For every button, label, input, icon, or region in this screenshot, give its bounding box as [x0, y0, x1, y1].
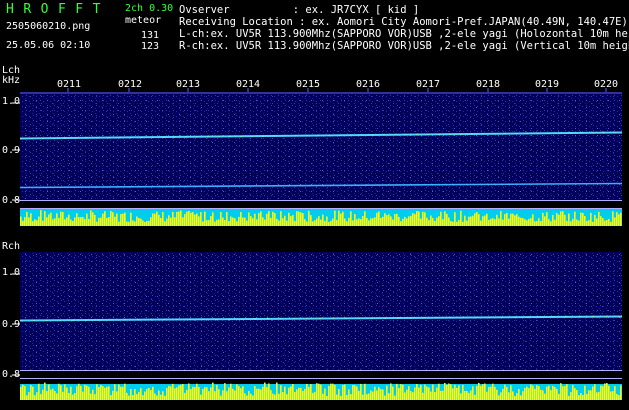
- time-tick-0216: 0216: [356, 79, 381, 90]
- rch-ytick-2: 0.9: [2, 319, 21, 330]
- time-axis-marks: [67, 88, 607, 92]
- rch-ytick-1: 1.0: [2, 267, 21, 278]
- time-tick-0211: 0211: [57, 79, 82, 90]
- time-tick-0212: 0212: [118, 79, 143, 90]
- lch-spectrogram: [19, 92, 623, 226]
- time-tick-0219: 0219: [535, 79, 560, 90]
- time-tick-0213: 0213: [176, 79, 201, 90]
- time-tick-0218: 0218: [476, 79, 501, 90]
- lch-ytick-1: 1.0: [2, 96, 21, 107]
- time-tick-0217: 0217: [416, 79, 441, 90]
- rch-spectrogram: [19, 252, 623, 400]
- spectrogram-canvas: [12, 88, 623, 400]
- rch-label: Rch: [2, 241, 21, 252]
- time-tick-0214: 0214: [236, 79, 261, 90]
- time-tick-0220: 0220: [594, 79, 619, 90]
- lch-ytick-3: 0.8: [2, 195, 21, 206]
- lch-ytick-2: 0.9: [2, 145, 21, 156]
- lch-unit-label: kHz: [2, 75, 21, 86]
- time-tick-0215: 0215: [296, 79, 321, 90]
- rch-ytick-3: 0.8: [2, 369, 21, 380]
